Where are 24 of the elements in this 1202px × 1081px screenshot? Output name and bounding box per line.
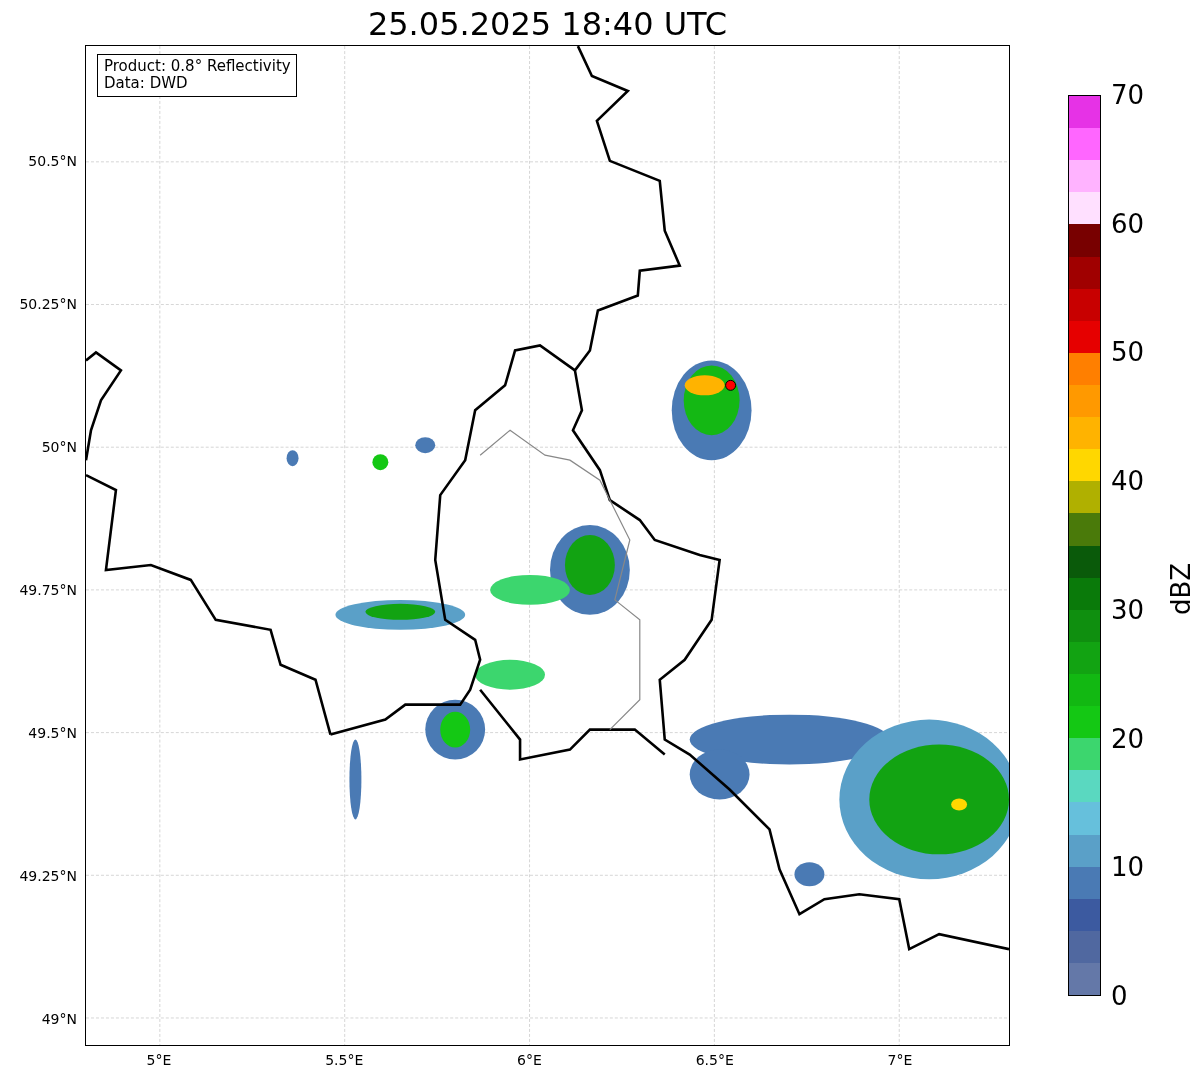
legend-text: Data: DWD: [104, 75, 189, 92]
legend-text: Product: 0.8° Reflectivity: [104, 58, 291, 75]
colorbar-tick-label: 50: [1111, 337, 1145, 368]
chart-title: 25.05.2025 18:40 UTC: [367, 5, 728, 43]
axis-tick-label: 50.25°N: [19, 296, 77, 312]
colorbar-tick-label: 60: [1111, 208, 1145, 239]
colorbar-tick-label: 10: [1111, 852, 1145, 883]
colorbar-tick-label: 70: [1111, 80, 1145, 110]
axis-tick-label: 5.5°E: [325, 1052, 364, 1068]
axis-tick-label: 7°E: [887, 1052, 913, 1068]
colorbar-tick-label: 0: [1111, 981, 1128, 1011]
axis-tick-label: 49.5°N: [28, 725, 77, 741]
axis-tick-label: 6.5°E: [695, 1052, 734, 1068]
axis-tick-label: 49.75°N: [19, 582, 77, 598]
colorbar-label: dBZ: [1166, 562, 1196, 615]
axis-tick-label: 50°N: [41, 439, 77, 455]
colorbar-tick-label: 30: [1111, 594, 1145, 625]
axis-tick-label: 49°N: [41, 1011, 77, 1027]
axis-tick-label: 6°E: [517, 1052, 542, 1068]
axis-tick-label: 50.5°N: [28, 153, 77, 169]
axis-tick-label: 49.25°N: [19, 868, 77, 884]
axis-tick-label: 5°E: [146, 1052, 172, 1068]
colorbar-tick-label: 20: [1111, 723, 1145, 754]
colorbar-tick-label: 40: [1111, 466, 1145, 497]
